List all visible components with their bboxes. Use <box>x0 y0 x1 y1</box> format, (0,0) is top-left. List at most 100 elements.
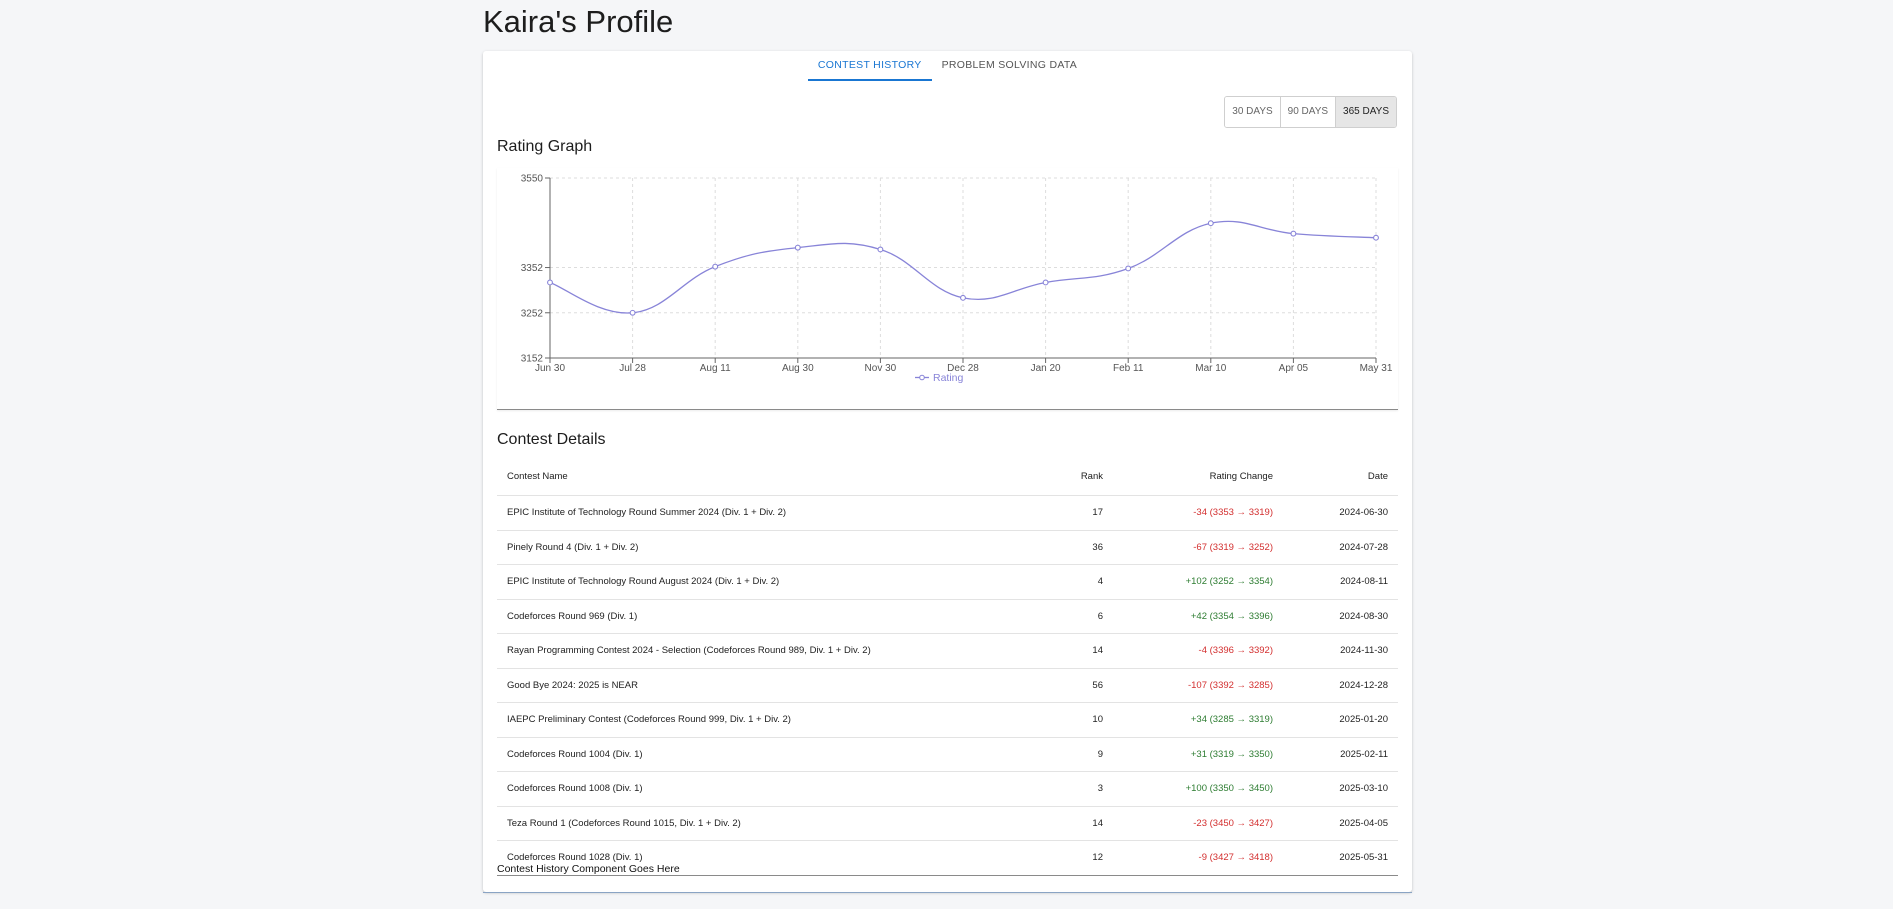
column-header-date[interactable]: Date <box>1283 457 1398 496</box>
rank-cell: 4 <box>1013 564 1113 600</box>
rank-cell: 14 <box>1013 633 1113 669</box>
range-365-days-button[interactable]: 365 DAYS <box>1336 97 1396 127</box>
rating-change-cell: -34 (3353 → 3319) <box>1113 495 1283 531</box>
contest-name-cell: Codeforces Round 1004 (Div. 1) <box>497 737 1013 772</box>
range-30-days-button[interactable]: 30 DAYS <box>1225 97 1281 127</box>
rating-change-cell: -107 (3392 → 3285) <box>1113 668 1283 703</box>
contest-name-cell: Pinely Round 4 (Div. 1 + Div. 2) <box>497 530 1013 565</box>
tab-contest-history[interactable]: CONTEST HISTORY <box>807 52 932 81</box>
table-row[interactable]: EPIC Institute of Technology Round Augus… <box>497 564 1398 600</box>
contest-name-cell: Codeforces Round 1008 (Div. 1) <box>497 771 1013 807</box>
rating-data-point <box>1125 265 1132 272</box>
date-cell: 2024-08-30 <box>1283 599 1398 634</box>
date-cell: 2025-01-20 <box>1283 702 1398 738</box>
contest-name-cell: Rayan Programming Contest 2024 - Selecti… <box>497 633 1013 669</box>
table-row[interactable]: IAEPC Preliminary Contest (Codeforces Ro… <box>497 702 1398 738</box>
rating-chart-svg: 3152325233523550Jun 30 Jul 28 Aug 11 Aug 30… <box>521 174 1393 385</box>
range-90-days-button[interactable]: 90 DAYS <box>1280 97 1337 127</box>
rating-data-point <box>629 309 636 316</box>
x-tick-label: Apr 05 <box>1279 363 1309 374</box>
date-cell: 2024-11-30 <box>1283 633 1398 669</box>
y-tick-label: 3352 <box>521 263 544 274</box>
rating-data-point <box>877 246 884 253</box>
table-header-row: Contest Name Rank Rating Change Date <box>497 457 1398 496</box>
table-row[interactable]: Good Bye 2024: 2025 is NEAR 56 -107 (3392 … <box>497 668 1398 703</box>
table-row[interactable]: Rayan Programming Contest 2024 - Selecti… <box>497 633 1398 669</box>
rank-cell: 3 <box>1013 771 1113 807</box>
rank-cell: 17 <box>1013 495 1113 531</box>
contest-name-cell: Teza Round 1 (Codeforces Round 1015, Div… <box>497 806 1013 841</box>
rank-cell: 56 <box>1013 668 1113 703</box>
contest-name-cell: EPIC Institute of Technology Round Augus… <box>497 564 1013 600</box>
column-header-rating-change[interactable]: Rating Change <box>1113 457 1283 496</box>
rating-change-cell: -67 (3319 → 3252) <box>1113 530 1283 565</box>
column-header-contest-name[interactable]: Contest Name <box>497 457 1013 496</box>
rating-change-cell: +31 (3319 → 3350) <box>1113 737 1283 772</box>
rank-cell: 10 <box>1013 702 1113 738</box>
rating-data-point <box>960 294 966 301</box>
date-cell: 2024-08-11 <box>1283 564 1398 600</box>
contest-name-cell: Codeforces Round 969 (Div. 1) <box>497 599 1013 634</box>
rank-cell: 9 <box>1013 737 1113 772</box>
table-row[interactable]: EPIC Institute of Technology Round Summe… <box>497 495 1398 531</box>
x-tick-label: Aug 30 <box>782 363 814 374</box>
rating-data-point <box>1290 230 1297 237</box>
date-cell: 2024-06-30 <box>1283 495 1398 531</box>
x-tick-label: May 31 <box>1360 363 1393 374</box>
contest-name-cell: Good Bye 2024: 2025 is NEAR <box>497 668 1013 703</box>
rating-change-cell: +100 (3350 → 3450) <box>1113 771 1283 807</box>
legend-marker-icon <box>919 374 925 381</box>
legend-label: Rating <box>933 372 964 384</box>
tab-problem-solving-data[interactable]: PROBLEM SOLVING DATA <box>932 52 1088 81</box>
x-tick-label: Aug 11 <box>700 363 731 374</box>
contest-name-cell: EPIC Institute of Technology Round Summe… <box>497 495 1013 531</box>
rating-change-cell: +42 (3354 → 3396) <box>1113 599 1283 634</box>
contest-name-cell: IAEPC Preliminary Contest (Codeforces Ro… <box>497 702 1013 738</box>
x-tick-label: Nov 30 <box>865 363 897 374</box>
x-tick-label: Jun 30 <box>535 363 565 374</box>
rank-cell: 6 <box>1013 599 1113 634</box>
x-tick-label: Mar 10 <box>1195 363 1227 374</box>
rating-change-cell: -23 (3450 → 3427) <box>1113 806 1283 841</box>
rating-data-point <box>1373 234 1379 241</box>
rating-change-cell: -4 (3396 → 3392) <box>1113 633 1283 669</box>
rank-cell: 12 <box>1092 852 1103 864</box>
page-title: Kaira's Profile <box>483 4 674 39</box>
range-toggle-group: 30 DAYS 90 DAYS 365 DAYS <box>1224 96 1397 128</box>
rating-graph-heading: Rating Graph <box>497 138 593 155</box>
x-tick-label: Feb 11 <box>1113 363 1144 374</box>
profile-page: Kaira's Profile CONTEST HISTORY PROBLEM … <box>0 0 1893 909</box>
date-cell: 2025-03-10 <box>1283 771 1398 807</box>
x-tick-label: Jul 28 <box>619 363 646 374</box>
date-cell: 2025-05-31 <box>1339 852 1388 864</box>
tab-bar: CONTEST HISTORY PROBLEM SOLVING DATA <box>483 51 1412 81</box>
rank-cell: 36 <box>1013 530 1113 565</box>
y-tick-label: 3550 <box>521 174 544 185</box>
rating-change-cell: -9 (3427 → 3418) <box>1198 852 1273 864</box>
table-row[interactable]: Codeforces Round 969 (Div. 1) 6 +42 (3354 … <box>497 599 1398 634</box>
rating-graph: 3152 3252 3352 3550 Jun 30 Jul 28 Aug 11 Aug 30… <box>497 168 1398 410</box>
rank-cell: 14 <box>1013 806 1113 841</box>
rating-change-cell: +34 (3285 → 3319) <box>1113 702 1283 738</box>
date-cell: 2025-04-05 <box>1283 806 1398 841</box>
contest-details-table: Contest Name Rank Rating Change Date EPI… <box>497 457 1398 876</box>
rating-data-point <box>547 279 553 286</box>
table-row[interactable]: Codeforces Round 1008 (Div. 1) 3 +100 (335… <box>497 771 1398 807</box>
date-cell: 2024-07-28 <box>1283 530 1398 565</box>
rating-data-point <box>794 244 801 251</box>
date-cell: 2025-02-11 <box>1283 737 1398 772</box>
rating-change-cell: +102 (3252 → 3354) <box>1113 564 1283 600</box>
y-tick-label: 3252 <box>521 308 544 319</box>
table-row[interactable]: Pinely Round 4 (Div. 1 + Div. 2) 36 -67 (3… <box>497 530 1398 565</box>
date-cell: 2024-12-28 <box>1283 668 1398 703</box>
x-tick-label: Jan 20 <box>1031 363 1061 374</box>
table-row[interactable]: Teza Round 1 (Codeforces Round 1015, Div… <box>497 806 1398 841</box>
profile-card: CONTEST HISTORY PROBLEM SOLVING DATA 30 … <box>483 51 1412 893</box>
card-bottom-border <box>483 892 1412 893</box>
contest-details-heading: Contest Details <box>497 431 606 448</box>
rating-data-point <box>1042 279 1049 286</box>
table-row[interactable]: Codeforces Round 1004 (Div. 1) 9 +31 (3319… <box>497 737 1398 772</box>
rating-data-point <box>1207 220 1214 227</box>
rating-data-point <box>712 263 719 270</box>
column-header-rank[interactable]: Rank <box>1013 457 1113 496</box>
